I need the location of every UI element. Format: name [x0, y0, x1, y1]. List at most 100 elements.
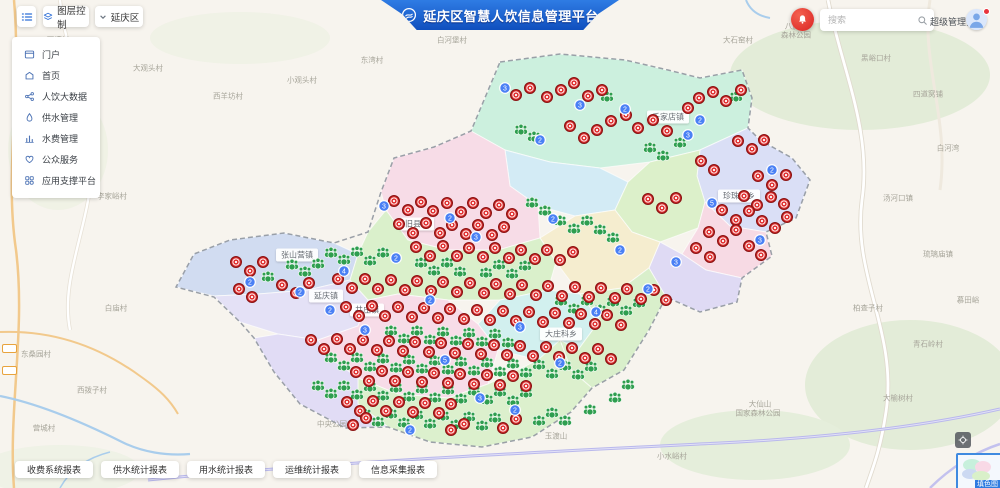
- facility-marker[interactable]: [354, 311, 365, 322]
- cluster-badge[interactable]: 5: [707, 198, 718, 209]
- facility-marker[interactable]: [657, 203, 668, 214]
- facility-marker[interactable]: [759, 135, 770, 146]
- facility-marker[interactable]: [592, 125, 603, 136]
- facility-marker[interactable]: [610, 293, 621, 304]
- facility-marker[interactable]: [446, 399, 457, 410]
- facility-marker[interactable]: [770, 223, 781, 234]
- water-user-marker[interactable]: [583, 404, 596, 415]
- facility-marker[interactable]: [245, 266, 256, 277]
- water-user-marker[interactable]: [493, 366, 506, 377]
- water-user-marker[interactable]: [567, 223, 580, 234]
- facility-marker[interactable]: [525, 83, 536, 94]
- water-user-marker[interactable]: [324, 388, 337, 399]
- sidebar-item-water-fee[interactable]: 水费管理: [12, 128, 100, 149]
- facility-marker[interactable]: [538, 317, 549, 328]
- facility-marker[interactable]: [633, 123, 644, 134]
- facility-marker[interactable]: [247, 292, 258, 303]
- cluster-badge[interactable]: 2: [445, 213, 456, 224]
- sidebar-item-water-supply[interactable]: 供水管理: [12, 107, 100, 128]
- facility-marker[interactable]: [779, 199, 790, 210]
- locate-button[interactable]: [955, 432, 971, 448]
- water-user-marker[interactable]: [423, 418, 436, 429]
- water-user-marker[interactable]: [436, 326, 449, 337]
- facility-marker[interactable]: [691, 243, 702, 254]
- facility-marker[interactable]: [568, 247, 579, 258]
- facility-marker[interactable]: [461, 229, 472, 240]
- facility-marker[interactable]: [394, 397, 405, 408]
- cluster-badge[interactable]: 2: [245, 277, 256, 288]
- facility-marker[interactable]: [452, 287, 463, 298]
- facility-marker[interactable]: [408, 407, 419, 418]
- water-user-marker[interactable]: [475, 420, 488, 431]
- facility-marker[interactable]: [403, 367, 414, 378]
- facility-marker[interactable]: [416, 197, 427, 208]
- facility-marker[interactable]: [438, 241, 449, 252]
- facility-marker[interactable]: [744, 241, 755, 252]
- facility-marker[interactable]: [489, 340, 500, 351]
- water-user-marker[interactable]: [363, 255, 376, 266]
- facility-marker[interactable]: [407, 312, 418, 323]
- cluster-badge[interactable]: 2: [325, 305, 336, 316]
- facility-marker[interactable]: [487, 230, 498, 241]
- facility-marker[interactable]: [606, 354, 617, 365]
- facility-marker[interactable]: [380, 311, 391, 322]
- water-user-marker[interactable]: [488, 328, 501, 339]
- menu-toggle-button[interactable]: [17, 6, 36, 27]
- water-user-marker[interactable]: [350, 389, 363, 400]
- facility-marker[interactable]: [381, 406, 392, 417]
- water-user-marker[interactable]: [621, 379, 634, 390]
- cluster-badge[interactable]: 2: [615, 245, 626, 256]
- cluster-badge[interactable]: 2: [548, 214, 559, 225]
- water-user-marker[interactable]: [571, 369, 584, 380]
- facility-marker[interactable]: [428, 206, 439, 217]
- water-user-marker[interactable]: [505, 268, 518, 279]
- cluster-badge[interactable]: 4: [339, 266, 350, 277]
- facility-marker[interactable]: [410, 337, 421, 348]
- water-user-marker[interactable]: [350, 246, 363, 257]
- water-user-marker[interactable]: [363, 361, 376, 372]
- facility-marker[interactable]: [717, 205, 728, 216]
- facility-marker[interactable]: [341, 302, 352, 313]
- water-user-marker[interactable]: [410, 325, 423, 336]
- facility-marker[interactable]: [744, 206, 755, 217]
- facility-marker[interactable]: [231, 257, 242, 268]
- search-input[interactable]: [826, 14, 913, 26]
- facility-marker[interactable]: [766, 192, 777, 203]
- facility-marker[interactable]: [491, 279, 502, 290]
- water-user-marker[interactable]: [643, 142, 656, 153]
- facility-marker[interactable]: [490, 243, 501, 254]
- water-user-marker[interactable]: [337, 360, 350, 371]
- water-user-marker[interactable]: [384, 325, 397, 336]
- water-user-marker[interactable]: [514, 124, 527, 135]
- facility-marker[interactable]: [753, 171, 764, 182]
- facility-marker[interactable]: [398, 346, 409, 357]
- cluster-badge[interactable]: 3: [515, 322, 526, 333]
- sidebar-item-bigdata[interactable]: 人饮大数据: [12, 86, 100, 107]
- facility-marker[interactable]: [367, 301, 378, 312]
- facility-marker[interactable]: [602, 310, 613, 321]
- facility-marker[interactable]: [705, 252, 716, 263]
- facility-marker[interactable]: [747, 144, 758, 155]
- cluster-badge[interactable]: 2: [695, 115, 706, 126]
- report-button-billing[interactable]: 收费系统报表: [15, 461, 93, 478]
- facility-marker[interactable]: [498, 306, 509, 317]
- facility-marker[interactable]: [543, 281, 554, 292]
- water-user-marker[interactable]: [453, 266, 466, 277]
- facility-marker[interactable]: [565, 121, 576, 132]
- facility-marker[interactable]: [390, 376, 401, 387]
- facility-marker[interactable]: [694, 93, 705, 104]
- water-user-marker[interactable]: [479, 267, 492, 278]
- facility-marker[interactable]: [478, 252, 489, 263]
- facility-marker[interactable]: [459, 314, 470, 325]
- water-user-marker[interactable]: [449, 335, 462, 346]
- cluster-badge[interactable]: 2: [643, 284, 654, 295]
- facility-marker[interactable]: [403, 205, 414, 216]
- report-button-operations[interactable]: 运维统计报表: [273, 461, 351, 478]
- facility-marker[interactable]: [721, 96, 732, 107]
- facility-marker[interactable]: [516, 245, 527, 256]
- facility-marker[interactable]: [420, 398, 431, 409]
- facility-marker[interactable]: [511, 90, 522, 101]
- facility-marker[interactable]: [445, 304, 456, 315]
- water-user-marker[interactable]: [324, 247, 337, 258]
- water-user-marker[interactable]: [337, 380, 350, 391]
